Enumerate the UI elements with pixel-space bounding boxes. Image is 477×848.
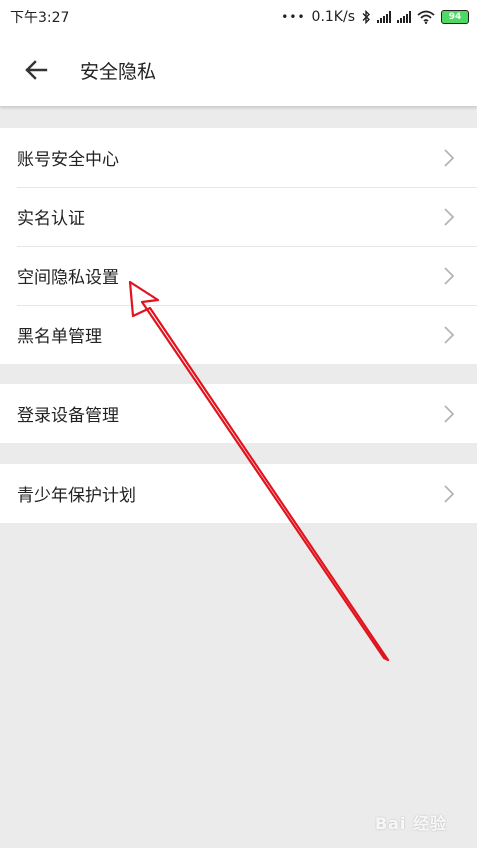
back-button[interactable]	[0, 34, 72, 106]
status-bar: 下午3:27 ••• 0.1K/s 94	[0, 0, 477, 34]
list-item-label: 登录设备管理	[17, 406, 119, 426]
settings-group-devices: 登录设备管理	[0, 384, 477, 443]
list-item-account-security[interactable]: 账号安全中心	[0, 128, 477, 187]
bluetooth-icon	[362, 10, 370, 24]
list-item-blacklist[interactable]: 黑名单管理	[0, 305, 477, 364]
wifi-icon	[417, 10, 435, 24]
watermark: Bai 经验	[374, 814, 447, 833]
list-item-youth-protection[interactable]: 青少年保护计划	[0, 464, 477, 523]
dots-icon: •••	[281, 10, 306, 24]
list-item-label: 账号安全中心	[17, 150, 119, 170]
chevron-right-icon	[444, 266, 455, 285]
settings-group-account: 账号安全中心 实名认证 空间隐私设置 黑名单管理	[0, 128, 477, 364]
status-icons: ••• 0.1K/s 94	[281, 9, 469, 25]
status-time: 下午3:27	[10, 10, 70, 26]
list-item-label: 黑名单管理	[17, 327, 102, 347]
list-item-real-name[interactable]: 实名认证	[0, 187, 477, 246]
battery-icon: 94	[441, 10, 469, 24]
chevron-right-icon	[444, 404, 455, 423]
list-item-login-devices[interactable]: 登录设备管理	[0, 384, 477, 443]
chevron-right-icon	[444, 148, 455, 167]
signal-icon	[397, 11, 411, 23]
list-item-label: 青少年保护计划	[17, 486, 136, 506]
network-speed: 0.1K/s	[311, 9, 355, 25]
settings-group-youth: 青少年保护计划	[0, 464, 477, 523]
arrow-left-icon	[25, 60, 48, 80]
chevron-right-icon	[444, 484, 455, 503]
list-item-space-privacy[interactable]: 空间隐私设置	[0, 246, 477, 305]
list-item-label: 空间隐私设置	[17, 268, 119, 288]
app-header: 安全隐私	[0, 34, 477, 106]
page-title: 安全隐私	[80, 60, 157, 83]
signal-icon	[377, 11, 391, 23]
chevron-right-icon	[444, 325, 455, 344]
chevron-right-icon	[444, 207, 455, 226]
list-item-label: 实名认证	[17, 209, 85, 229]
battery-level: 94	[448, 11, 462, 22]
